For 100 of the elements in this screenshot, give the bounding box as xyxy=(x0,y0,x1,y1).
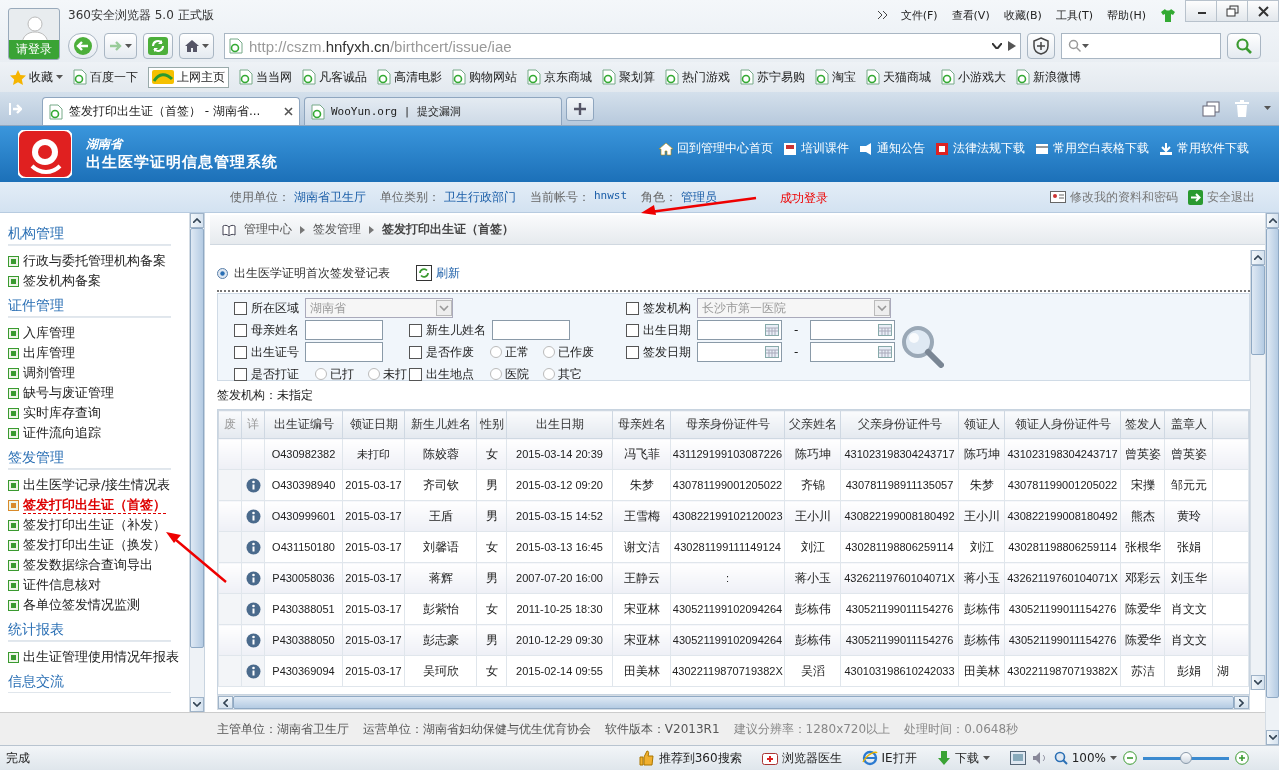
play-icon[interactable] xyxy=(1008,41,1016,51)
info-icon[interactable] xyxy=(245,632,261,648)
column-header[interactable]: 父亲身份证件号 xyxy=(840,410,959,439)
close-icon[interactable] xyxy=(1255,3,1271,19)
radio-button[interactable]: 已打 xyxy=(315,365,354,383)
header-link[interactable]: 通知公告 xyxy=(859,140,925,157)
scroll-thumb[interactable] xyxy=(190,228,204,648)
scroll-up-button[interactable] xyxy=(1251,250,1265,265)
checkbox[interactable] xyxy=(409,323,422,337)
menu-item[interactable]: 收藏(B) xyxy=(1003,7,1042,23)
browser-tab[interactable]: 签发打印出生证（首签） - 湖南省... xyxy=(42,97,300,125)
bookmark[interactable]: 高清电影 xyxy=(377,68,442,86)
bookmark[interactable]: 聚划算 xyxy=(602,68,655,86)
browser-tab[interactable]: WooYun.org | 提交漏洞 xyxy=(304,97,562,125)
scroll-down-button[interactable] xyxy=(190,697,204,712)
scroll-left-button[interactable] xyxy=(218,696,233,709)
bookmark[interactable]: 凡客诚品 xyxy=(302,68,367,86)
speaker-icon[interactable] xyxy=(1031,751,1048,765)
column-header[interactable]: 出生日期 xyxy=(506,410,613,439)
bookmark[interactable]: 苏宁易购 xyxy=(740,68,805,86)
menu-item[interactable]: 文件(F) xyxy=(900,7,938,23)
menu-item[interactable]: 工具(T) xyxy=(1055,7,1094,23)
column-header[interactable]: 母亲姓名 xyxy=(612,410,671,439)
info-icon[interactable] xyxy=(245,508,261,524)
menu-item[interactable]: 查看(V) xyxy=(951,7,990,23)
sidebar-item[interactable]: 证件信息核对 xyxy=(8,575,181,595)
shirt-icon[interactable] xyxy=(1160,8,1176,22)
header-link[interactable]: 常用空白表格下载 xyxy=(1035,140,1149,157)
bookmark[interactable]: 购物网站 xyxy=(452,68,517,86)
bookmark[interactable]: 上网主页 xyxy=(148,66,229,88)
zoom-in-icon[interactable] xyxy=(1235,751,1249,765)
sidebar-item[interactable]: 签发机构备案 xyxy=(8,271,181,291)
radio-button[interactable]: 医院 xyxy=(490,365,529,383)
sidebar-item[interactable]: 签发打印出生证（补发） xyxy=(8,515,181,535)
menu-item[interactable]: 帮助(H) xyxy=(1107,7,1146,23)
column-header[interactable]: 性别 xyxy=(476,410,507,439)
scroll-thumb[interactable] xyxy=(232,696,1235,709)
radio-button[interactable]: 正常 xyxy=(490,343,529,361)
checkbox[interactable] xyxy=(626,323,639,337)
sidebar-item[interactable]: 出库管理 xyxy=(8,343,181,363)
info-icon[interactable] xyxy=(245,663,261,679)
close-icon[interactable] xyxy=(284,107,293,116)
bookmark[interactable]: 百度一下 xyxy=(73,68,138,86)
column-header[interactable]: 领证日期 xyxy=(342,410,405,439)
checkbox[interactable] xyxy=(234,367,247,381)
bookmark[interactable]: 京东商城 xyxy=(527,68,592,86)
zoom-button[interactable]: 100% xyxy=(1053,751,1117,765)
bookmark[interactable]: 小游戏大 xyxy=(941,68,1006,86)
address-field[interactable]: http://cszm.hnfyxh.cn/birthcert/issue/iae xyxy=(224,33,1021,59)
status-button[interactable]: IE打开 xyxy=(861,749,917,767)
sidebar-toggle-icon[interactable] xyxy=(8,101,22,116)
column-header[interactable]: 签发人 xyxy=(1120,410,1165,439)
radio-button[interactable]: 已作废 xyxy=(543,343,594,361)
restore-tabs-icon[interactable] xyxy=(1202,100,1220,117)
status-button[interactable]: 浏览器医生 xyxy=(761,749,842,767)
status-button[interactable]: 下载 xyxy=(936,749,990,767)
radio-button[interactable]: 其它 xyxy=(543,365,582,383)
search-field[interactable] xyxy=(1061,33,1221,59)
sidebar-item[interactable]: 入库管理 xyxy=(8,323,181,343)
header-link[interactable]: 法律法规下载 xyxy=(935,140,1025,157)
home-button[interactable] xyxy=(179,33,214,59)
column-header[interactable]: 领证人身份证件号 xyxy=(1004,410,1121,439)
bookmark[interactable]: 当当网 xyxy=(239,68,292,86)
column-header[interactable]: 母亲身份证件号 xyxy=(670,410,785,439)
scroll-right-button[interactable] xyxy=(1234,696,1249,709)
text-field[interactable] xyxy=(305,342,383,362)
breadcrumb-link[interactable]: 签发管理 xyxy=(313,221,361,238)
scroll-down-button[interactable] xyxy=(1251,675,1265,690)
favorites-menu[interactable]: 收藏 xyxy=(10,68,63,86)
sidebar-item[interactable]: 出生证管理使用情况年报表 xyxy=(8,647,181,667)
account-link[interactable]: 修改我的资料和密码 xyxy=(1050,188,1178,206)
info-icon[interactable] xyxy=(245,601,261,617)
magnifier-icon[interactable] xyxy=(900,324,944,368)
zoom-slider-thumb[interactable] xyxy=(1180,751,1192,764)
info-icon[interactable] xyxy=(245,570,261,586)
checkbox[interactable] xyxy=(234,323,247,337)
back-button[interactable] xyxy=(68,33,98,59)
window-icon[interactable] xyxy=(1009,751,1026,765)
sidebar-item[interactable]: 调剂管理 xyxy=(8,363,181,383)
sidebar-item[interactable]: 签发数据综合查询导出 xyxy=(8,555,181,575)
column-header[interactable]: 出生证编号 xyxy=(264,410,343,439)
info-icon[interactable] xyxy=(245,477,261,493)
sidebar-item[interactable]: 签发打印出生证（首签） xyxy=(8,495,181,515)
search-button[interactable] xyxy=(1227,33,1261,59)
sidebar-item[interactable]: 签发打印出生证（换发） xyxy=(8,535,181,555)
sidebar-item[interactable]: 行政与委托管理机构备案 xyxy=(8,251,181,271)
checkbox[interactable] xyxy=(409,345,422,359)
date-field[interactable] xyxy=(810,342,896,362)
scroll-thumb[interactable] xyxy=(1251,265,1265,355)
radio-button[interactable]: 未打 xyxy=(368,365,407,383)
sidebar-item[interactable]: 各单位签发情况监测 xyxy=(8,595,181,615)
scroll-down-button[interactable] xyxy=(1266,730,1279,745)
header-link[interactable]: 回到管理中心首页 xyxy=(659,140,773,157)
refresh-button[interactable]: 刷新 xyxy=(416,264,460,282)
date-field[interactable] xyxy=(810,320,896,340)
account-link[interactable]: 安全退出 xyxy=(1188,188,1255,206)
text-field[interactable] xyxy=(492,320,570,340)
sidebar-item[interactable]: 实时库存查询 xyxy=(8,403,181,423)
sidebar-item[interactable]: 缺号与废证管理 xyxy=(8,383,181,403)
date-field[interactable] xyxy=(697,342,782,362)
